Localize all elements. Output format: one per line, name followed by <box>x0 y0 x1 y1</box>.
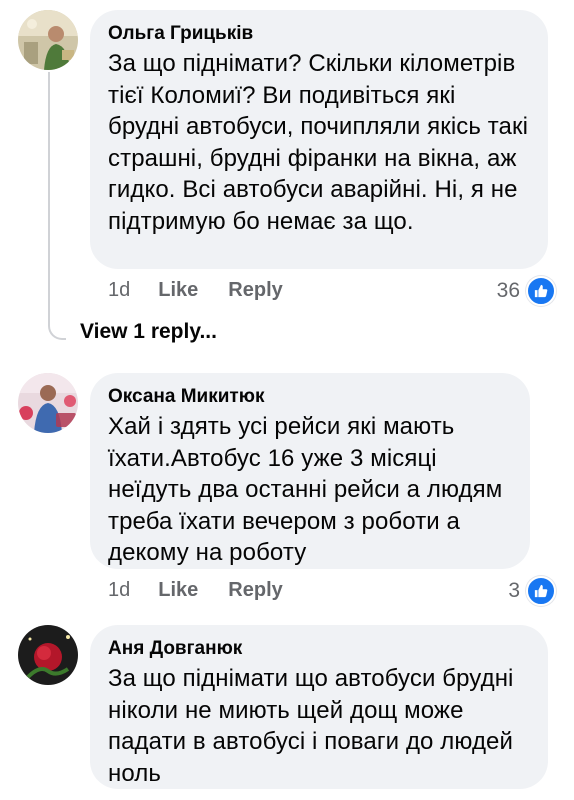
avatar-image <box>18 625 78 685</box>
reply-thread-line <box>48 72 66 340</box>
view-replies-link[interactable]: View 1 reply... <box>80 320 217 344</box>
reaction-count: 3 <box>508 579 520 602</box>
reaction-count: 36 <box>496 279 520 302</box>
like-button[interactable]: Like <box>158 579 198 602</box>
comment-bubble: Аня Довганюк За що піднімати що автобуси… <box>90 625 548 789</box>
like-icon <box>526 276 556 306</box>
comment-bubble: Ольга Грицьків За що піднімати? Скільки … <box>90 10 548 269</box>
comment-timestamp[interactable]: 1d <box>108 579 130 602</box>
comment-text: За що піднімати що автобуси брудні нікол… <box>108 665 514 787</box>
reactions-summary[interactable]: 3 <box>508 576 556 606</box>
avatar[interactable] <box>18 373 78 433</box>
comment-text: Хай і здять усі рейси які мають їхати.Ав… <box>108 413 503 566</box>
avatar-image <box>18 10 78 70</box>
like-icon <box>526 576 556 606</box>
reply-button[interactable]: Reply <box>228 279 282 302</box>
like-button[interactable]: Like <box>158 279 198 302</box>
comment-actions: 1d Like Reply <box>108 279 283 302</box>
comment-text: За що піднімати? Скільки кілометрів тієї… <box>108 50 529 235</box>
comment-author[interactable]: Аня Довганюк <box>108 637 530 661</box>
comment-author[interactable]: Ольга Грицьків <box>108 22 530 46</box>
comment-author[interactable]: Оксана Микитюк <box>108 385 512 409</box>
comment-actions: 1d Like Reply <box>108 579 283 602</box>
avatar[interactable] <box>18 625 78 685</box>
comment-timestamp[interactable]: 1d <box>108 279 130 302</box>
comment-bubble: Оксана Микитюк Хай і здять усі рейси які… <box>90 373 530 569</box>
reactions-summary[interactable]: 36 <box>497 276 556 306</box>
avatar[interactable] <box>18 10 78 70</box>
reply-button[interactable]: Reply <box>228 579 282 602</box>
avatar-image <box>18 373 78 433</box>
